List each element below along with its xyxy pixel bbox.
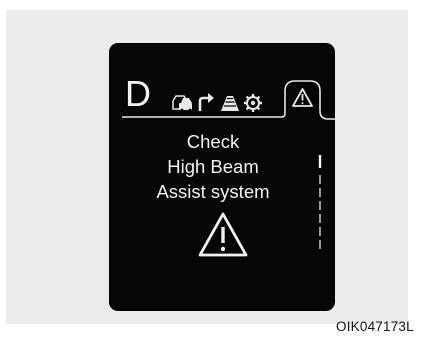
message-line-3: Assist system — [156, 181, 270, 202]
warning-message: Check High Beam Assist system — [139, 129, 287, 204]
settings-gear-icon[interactable] — [244, 94, 262, 112]
figure-code: OIK047173L — [336, 319, 414, 334]
warning-triangle-icon — [198, 212, 248, 257]
driving-assist-road-icon[interactable] — [221, 96, 239, 111]
cluster-display: D Check High Beam Assist system — [109, 43, 335, 311]
scroll-indicator[interactable] — [316, 155, 324, 255]
message-line-1: Check — [186, 131, 240, 152]
navigation-turn-icon[interactable] — [198, 93, 214, 111]
tab-bar — [122, 80, 335, 120]
vehicle-info-icon[interactable] — [172, 95, 192, 112]
message-line-2: High Beam — [167, 156, 259, 177]
warning-tab-icon[interactable] — [292, 88, 313, 107]
